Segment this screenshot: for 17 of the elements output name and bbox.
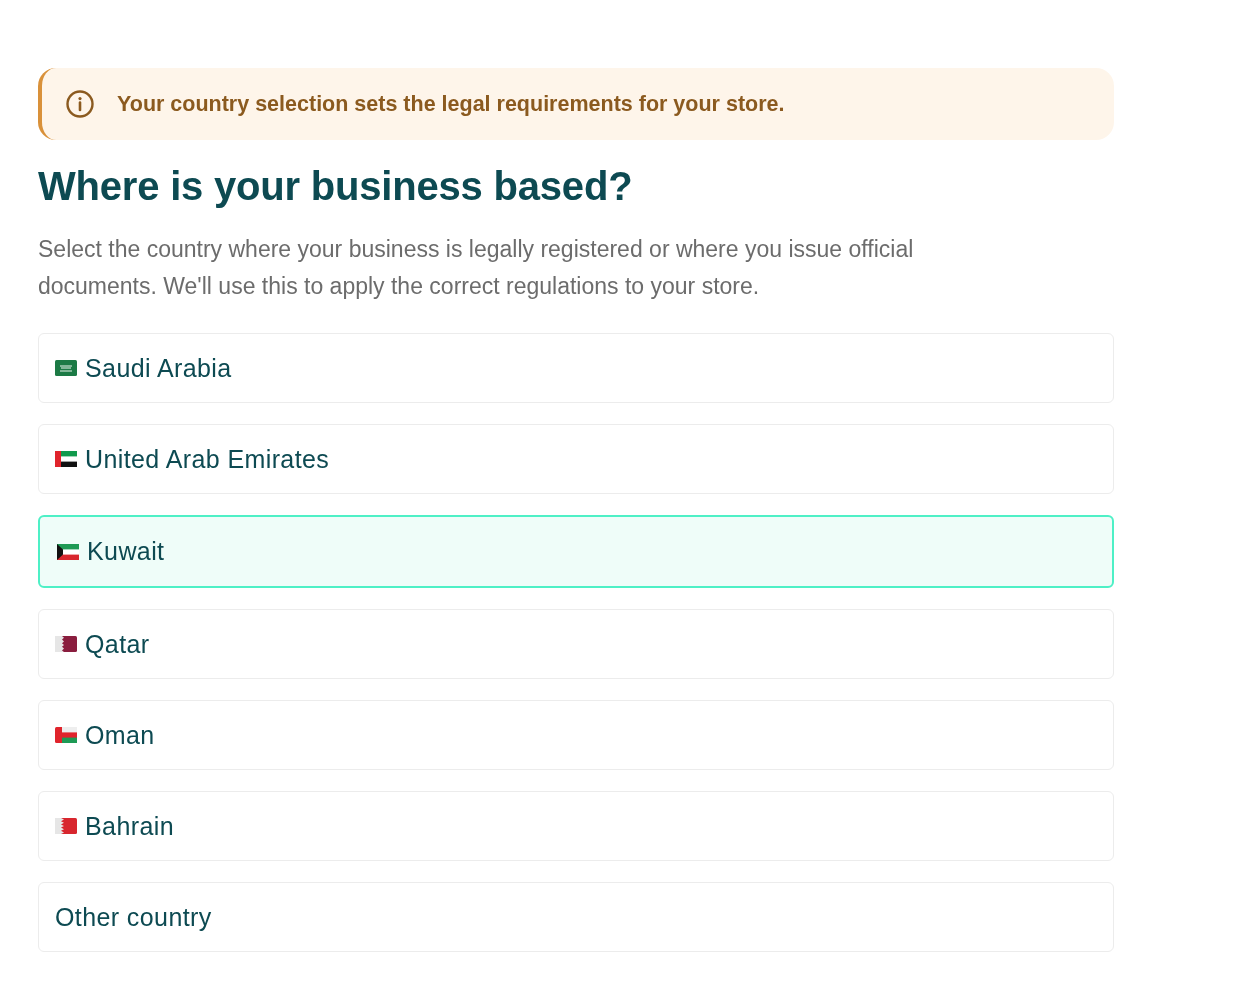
flag-icon bbox=[55, 727, 77, 743]
country-option[interactable]: Bahrain bbox=[38, 791, 1114, 861]
flag-icon bbox=[55, 451, 77, 467]
flag-icon bbox=[57, 543, 79, 560]
country-option[interactable]: Other country bbox=[38, 882, 1114, 952]
notice-text: Your country selection sets the legal requirements for your store. bbox=[117, 91, 785, 117]
info-icon bbox=[66, 90, 94, 118]
flag-icon bbox=[55, 360, 77, 376]
page-heading: Where is your business based? bbox=[38, 163, 634, 209]
flag-icon bbox=[55, 818, 77, 834]
country-option[interactable]: Kuwait bbox=[38, 515, 1114, 588]
country-option[interactable]: Oman bbox=[38, 700, 1114, 770]
description-text: Select the country where your business is legally registered or where you issue official documents. We'll use this to apply the correct regulations to your store. bbox=[38, 235, 915, 301]
country-option[interactable]: Saudi Arabia bbox=[38, 333, 1114, 403]
country-option[interactable]: United Arab Emirates bbox=[38, 424, 1114, 494]
country-option[interactable]: Qatar bbox=[38, 609, 1114, 679]
flag-icon bbox=[55, 636, 77, 652]
